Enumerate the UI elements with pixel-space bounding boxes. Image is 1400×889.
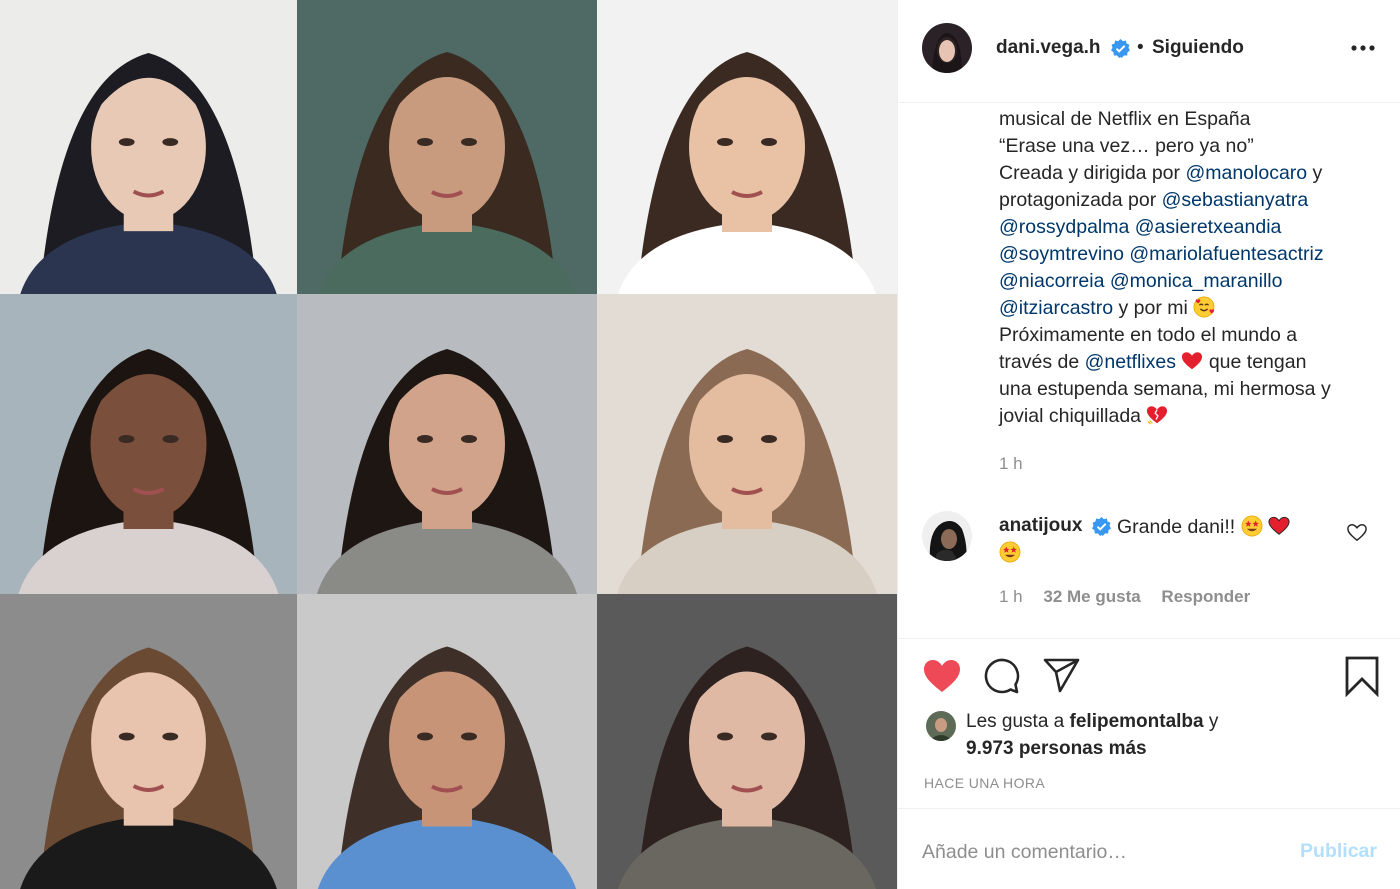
portrait-2 <box>297 0 597 294</box>
like-heart-icon[interactable] <box>922 657 962 695</box>
mention-link[interactable]: @asieretxeandia <box>1135 216 1282 238</box>
caption-text: que tengan <box>1203 351 1307 373</box>
caption-line: @rossydpalma @asieretxeandia <box>999 214 1369 241</box>
comment-text-line2 <box>999 541 1021 564</box>
caption-line: musical de Netflix en España <box>999 106 1369 133</box>
post-header: dani.vega.h • Siguiendo <box>898 0 1400 103</box>
red-heart-emoji-icon <box>1268 516 1290 535</box>
commenter-username[interactable]: anatijoux <box>999 515 1082 537</box>
author-avatar[interactable] <box>922 23 972 73</box>
comment-text-body: Grande dani!! <box>1117 516 1236 538</box>
likes-line: Les gusta a felipemontalba y <box>966 711 1218 733</box>
comment-likes-count[interactable]: 32 Me gusta <box>1043 587 1140 606</box>
broken-heart-emoji-icon <box>1147 406 1168 425</box>
following-button[interactable]: Siguiendo <box>1152 37 1244 59</box>
caption-line: @niacorreia @monica_maranillo <box>999 268 1369 295</box>
caption-line: @itziarcastro y por mi <box>999 295 1369 322</box>
mention-link[interactable]: @rossydpalma <box>999 216 1129 238</box>
portrait-9 <box>597 594 897 889</box>
star-struck-emoji-icon <box>1241 515 1263 537</box>
mention-link[interactable]: @soymtrevino <box>999 243 1124 265</box>
portrait-4 <box>0 294 297 594</box>
mention-link[interactable]: @sebastianyatra <box>1162 189 1309 211</box>
likes-prefix: Les gusta a <box>966 711 1070 732</box>
caption-text: y por mi <box>1113 297 1194 319</box>
caption-text: una estupenda semana, mi hermosa y <box>999 378 1331 400</box>
comment-meta: 1 h 32 Me gusta Responder <box>999 587 1266 607</box>
mention-link[interactable]: @netflixes <box>1085 351 1176 373</box>
portrait-7 <box>0 594 297 889</box>
portrait-3 <box>597 0 897 294</box>
likes-others-count[interactable]: 9.973 personas más <box>966 738 1147 760</box>
caption-line: jovial chiquillada <box>999 403 1369 430</box>
save-bookmark-icon[interactable] <box>1342 655 1382 697</box>
portrait-6 <box>597 294 897 594</box>
caption-text: Creada y dirigida por <box>999 162 1186 184</box>
share-paper-plane-icon[interactable] <box>1042 657 1082 695</box>
post-actions: Les gusta a felipemontalba y 9.973 perso… <box>898 638 1400 808</box>
smiling-hearts-emoji-icon <box>1193 296 1215 318</box>
caption-text: musical de Netflix en España <box>999 108 1251 130</box>
comment-like-heart-icon[interactable] <box>1346 522 1368 542</box>
caption-line: Próximamente en todo el mundo a <box>999 322 1369 349</box>
likes-suffix: y <box>1203 711 1219 732</box>
comment-timestamp: 1 h <box>999 587 1023 606</box>
caption-text: protagonizada por <box>999 189 1162 211</box>
caption-line: “Erase una vez… pero ya no” <box>999 133 1369 160</box>
caption-line: través de @netflixes que tengan <box>999 349 1369 376</box>
post-side-panel: dani.vega.h • Siguiendo musical de Netfl… <box>897 0 1400 889</box>
author-username[interactable]: dani.vega.h <box>996 37 1101 59</box>
post-caption: musical de Netflix en España “Erase una v… <box>999 106 1369 430</box>
header-separator: • <box>1137 37 1144 58</box>
more-options-icon[interactable] <box>1348 38 1378 58</box>
mention-link[interactable]: @mariolafuentesactriz <box>1129 243 1323 265</box>
caption-text: jovial chiquillada <box>999 405 1147 427</box>
verified-badge-icon <box>1111 39 1130 58</box>
caption-text: “Erase una vez… pero ya no” <box>999 135 1254 157</box>
portrait-8 <box>297 594 597 889</box>
caption-line: Creada y dirigida por @manolocaro y <box>999 160 1369 187</box>
caption-timestamp: 1 h <box>999 454 1023 473</box>
comment-text: Grande dani!! <box>1117 515 1290 539</box>
caption-text: y <box>1307 162 1323 184</box>
mention-link[interactable]: @monica_maranillo <box>1110 270 1283 292</box>
verified-badge-icon <box>1092 517 1111 536</box>
caption-line: @soymtrevino @mariolafuentesactriz <box>999 241 1369 268</box>
mention-link[interactable]: @niacorreia <box>999 270 1104 292</box>
caption-line: una estupenda semana, mi hermosa y <box>999 376 1369 403</box>
liker-username[interactable]: felipemontalba <box>1070 711 1204 732</box>
red-heart-emoji-icon <box>1182 352 1203 370</box>
star-struck-emoji-icon <box>999 541 1021 563</box>
publish-button[interactable]: Publicar <box>1300 840 1377 863</box>
mention-link[interactable]: @itziarcastro <box>999 297 1113 319</box>
portrait-5 <box>297 294 597 594</box>
reply-button[interactable]: Responder <box>1161 587 1250 606</box>
post-timestamp: HACE UNA HORA <box>924 775 1046 791</box>
caption-text: Próximamente en todo el mundo a <box>999 324 1298 346</box>
post-photo-grid[interactable] <box>0 0 897 889</box>
portrait-1 <box>0 0 297 294</box>
add-comment-bar: Publicar <box>898 808 1400 889</box>
liker-avatar[interactable] <box>926 711 956 741</box>
caption-text: través de <box>999 351 1085 373</box>
comment-bubble-icon[interactable] <box>982 657 1022 695</box>
mention-link[interactable]: @manolocaro <box>1185 162 1307 184</box>
commenter-avatar[interactable] <box>922 511 972 561</box>
add-comment-input[interactable] <box>922 834 1282 870</box>
caption-line: protagonizada por @sebastianyatra <box>999 187 1369 214</box>
